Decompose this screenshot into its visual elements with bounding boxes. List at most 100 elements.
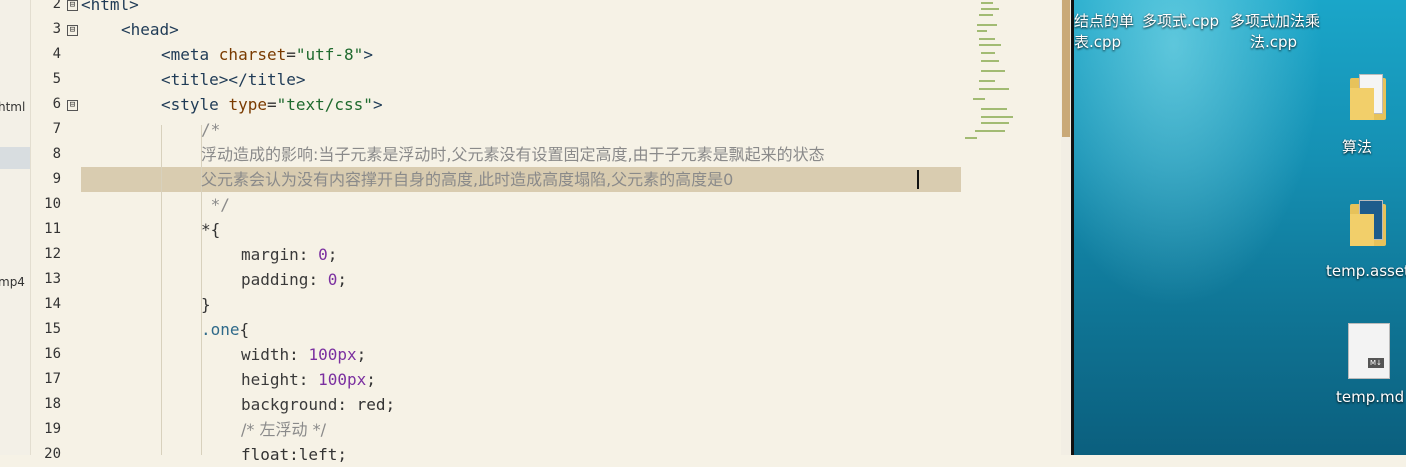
line-number: 15 bbox=[44, 321, 61, 337]
code-editor[interactable]: <html> <head> <meta charset="utf-8"> <ti… bbox=[81, 0, 966, 464]
code-token: { bbox=[239, 320, 250, 339]
minimap-line bbox=[979, 44, 1001, 46]
line-number: 19 bbox=[44, 421, 61, 437]
code-token: = bbox=[286, 45, 296, 64]
desktop-icon-label[interactable]: temp.md bbox=[1336, 388, 1404, 406]
minimap-line bbox=[973, 98, 985, 100]
code-line-10: */ bbox=[201, 195, 230, 214]
line-number: 8 bbox=[52, 146, 61, 162]
line-number: 2 bbox=[52, 0, 61, 12]
code-line-15: .one{ bbox=[201, 317, 249, 342]
fold-toggle-icon[interactable]: ⊟ bbox=[67, 100, 78, 111]
code-line-14: } bbox=[201, 295, 211, 314]
code-token: ; bbox=[327, 245, 338, 264]
minimap-line bbox=[981, 60, 999, 62]
code-token: : red; bbox=[337, 395, 396, 414]
line-number: 16 bbox=[44, 346, 61, 362]
code-line-9: 父元素会认为没有内容撑开自身的高度,此时造成高度塌陷,父元素的高度是0 bbox=[201, 170, 734, 189]
code-line-17: height: 100px; bbox=[241, 367, 376, 392]
minimap-line bbox=[977, 30, 987, 32]
line-number: 7 bbox=[52, 121, 61, 137]
code-line-7: /* bbox=[201, 120, 221, 139]
minimap[interactable] bbox=[961, 0, 1061, 455]
minimap-line bbox=[981, 52, 995, 54]
code-token: 0 bbox=[327, 270, 338, 289]
code-token: <head> bbox=[121, 20, 179, 39]
markdown-file-icon[interactable]: M↓ bbox=[1348, 323, 1390, 379]
fold-toggle-icon[interactable]: ⊟ bbox=[67, 0, 78, 11]
indent-guide bbox=[161, 125, 162, 455]
desktop-file-label[interactable]: 表.cpp bbox=[1074, 31, 1121, 52]
minimap-line bbox=[979, 88, 1009, 90]
code-token: "utf-8" bbox=[295, 45, 364, 64]
code-line-13: padding: 0; bbox=[241, 267, 347, 292]
code-token: ; bbox=[356, 345, 367, 364]
folder-icon[interactable] bbox=[1350, 74, 1386, 120]
line-number: 6 bbox=[52, 96, 61, 112]
desktop-file-label[interactable]: 多项式加法乘 bbox=[1230, 10, 1320, 31]
folder-front bbox=[1350, 88, 1374, 120]
code-token: <meta bbox=[161, 45, 219, 64]
line-number: 13 bbox=[44, 271, 61, 287]
code-token: : bbox=[289, 345, 309, 364]
code-token: height bbox=[241, 370, 299, 389]
desktop-icon-label[interactable]: 算法 bbox=[1342, 136, 1372, 157]
desktop-icon-label[interactable]: temp.asset bbox=[1326, 262, 1406, 280]
minimap-line bbox=[977, 24, 997, 26]
code-line-3: <head> bbox=[121, 17, 179, 42]
minimap-line bbox=[965, 137, 977, 139]
desktop: 结点的单 表.cpp 多项式.cpp 多项式加法乘 法.cpp 算法 temp.… bbox=[1074, 0, 1406, 455]
line-number: 9 bbox=[52, 171, 61, 187]
code-token: width bbox=[241, 345, 290, 364]
vertical-scrollbar[interactable] bbox=[1061, 0, 1071, 455]
sidebar-item-html[interactable]: html bbox=[0, 100, 25, 114]
desktop-file-label[interactable]: 多项式.cpp bbox=[1142, 10, 1219, 31]
code-line-6: <style type="text/css"> bbox=[161, 92, 383, 117]
code-token: charset bbox=[218, 45, 287, 64]
minimap-line bbox=[981, 2, 993, 4]
scrollbar-thumb[interactable] bbox=[1062, 0, 1070, 137]
line-number: 3 bbox=[52, 21, 61, 37]
line-number: 17 bbox=[44, 371, 61, 387]
code-token: <html> bbox=[81, 0, 139, 14]
line-number: 4 bbox=[52, 46, 61, 62]
sidebar-item-mp4[interactable]: mp4 bbox=[0, 275, 25, 289]
code-token: : bbox=[298, 370, 319, 389]
code-token: .one bbox=[201, 320, 240, 339]
folder-front bbox=[1350, 214, 1374, 246]
code-token: 100px bbox=[318, 370, 367, 389]
code-token: = bbox=[266, 95, 277, 114]
minimap-line bbox=[979, 80, 995, 82]
code-token: "text/css" bbox=[276, 95, 373, 114]
code-line-16: width: 100px; bbox=[241, 342, 366, 367]
minimap-line bbox=[981, 8, 999, 10]
minimap-line bbox=[979, 14, 993, 16]
sidebar-selected-row[interactable] bbox=[0, 147, 30, 169]
line-number: 18 bbox=[44, 396, 61, 412]
folder-icon[interactable] bbox=[1350, 200, 1386, 246]
code-token: margin bbox=[241, 245, 299, 264]
md-badge-icon: M↓ bbox=[1368, 358, 1384, 368]
line-number: 12 bbox=[44, 246, 61, 262]
minimap-line bbox=[981, 70, 1005, 72]
code-token: <title></title> bbox=[161, 70, 306, 89]
text-cursor bbox=[917, 170, 919, 189]
code-token: 100px bbox=[308, 345, 357, 364]
code-line-19: /* 左浮动 */ bbox=[241, 420, 326, 439]
minimap-line bbox=[975, 130, 1005, 132]
line-number: 5 bbox=[52, 71, 61, 87]
code-token: padding bbox=[241, 270, 309, 289]
fold-toggle-icon[interactable]: ⊟ bbox=[67, 25, 78, 36]
desktop-file-label[interactable]: 结点的单 bbox=[1074, 10, 1134, 31]
desktop-file-label[interactable]: 法.cpp bbox=[1250, 31, 1297, 52]
code-token: type bbox=[228, 95, 267, 114]
file-sidebar: html mp4 bbox=[0, 0, 31, 455]
code-line-5: <title></title> bbox=[161, 67, 306, 92]
code-line-11: *{ bbox=[201, 220, 221, 239]
line-number: 14 bbox=[44, 296, 61, 312]
code-token: background bbox=[241, 395, 338, 414]
code-token: ; bbox=[366, 370, 376, 389]
minimap-line bbox=[981, 116, 1013, 118]
code-token: > bbox=[372, 95, 383, 114]
code-line-4: <meta charset="utf-8"> bbox=[161, 42, 373, 67]
